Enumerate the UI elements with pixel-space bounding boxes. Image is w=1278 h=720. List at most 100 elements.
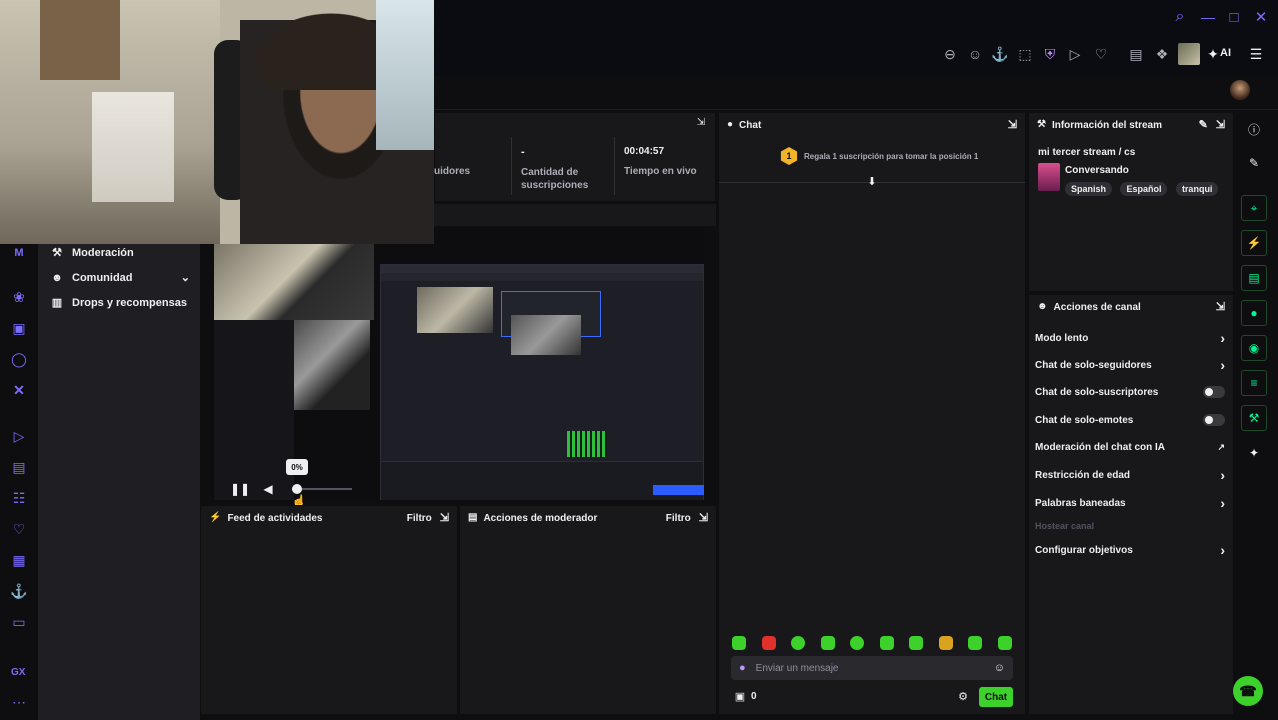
openai-icon[interactable]: ❀ bbox=[8, 286, 30, 308]
action-subs-only[interactable]: Chat de solo-suscriptores bbox=[1035, 382, 1225, 402]
subs-only-toggle[interactable] bbox=[1203, 386, 1225, 398]
nav-item-community[interactable]: ☻ Comunidad ⌄ bbox=[50, 267, 190, 289]
server-icon[interactable]: ≡ bbox=[1241, 370, 1267, 396]
emote-9[interactable] bbox=[968, 636, 982, 650]
action-slow-mode[interactable]: Modo lento › bbox=[1035, 328, 1225, 348]
popout-icon[interactable]: ⇲ bbox=[1008, 119, 1017, 131]
brand-m-icon[interactable]: M bbox=[8, 242, 30, 264]
heart-icon[interactable]: ♡ bbox=[1092, 45, 1110, 63]
sparkles-icon[interactable]: ✦ bbox=[1241, 440, 1267, 466]
volume-icon[interactable]: ◀ bbox=[260, 482, 276, 496]
collapse-arrow-icon[interactable]: ⬇ bbox=[865, 175, 879, 189]
chat-title: Chat bbox=[739, 119, 762, 131]
nav-label-community: Comunidad bbox=[72, 272, 133, 284]
info-icon[interactable]: ⓘ bbox=[1241, 116, 1267, 142]
crop-icon[interactable]: ⬚ bbox=[1016, 45, 1034, 63]
minimize-icon[interactable]: — bbox=[1199, 8, 1217, 26]
action-goals[interactable]: Configurar objetivos › bbox=[1035, 540, 1225, 560]
emote-1[interactable] bbox=[732, 636, 746, 650]
chat-header: ● Chat ⇲ bbox=[719, 113, 1025, 137]
maximize-icon[interactable]: □ bbox=[1225, 8, 1243, 26]
channel-points-icon[interactable]: ▣ bbox=[734, 690, 746, 704]
popout-icon[interactable]: ⇲ bbox=[1216, 119, 1225, 131]
popout-icon[interactable]: ⇲ bbox=[699, 512, 708, 524]
ai-label[interactable]: AI bbox=[1220, 47, 1231, 59]
wrench-rail-icon[interactable]: ⚒ bbox=[1241, 405, 1267, 431]
card-icon[interactable]: ▭ bbox=[8, 611, 30, 633]
broadcast-icon[interactable]: ◉ bbox=[1241, 335, 1267, 361]
gx-label[interactable]: GX bbox=[11, 667, 25, 678]
zoom-out-icon[interactable]: ⊖ bbox=[941, 45, 959, 63]
help-button[interactable]: ☎ bbox=[1233, 676, 1263, 706]
ai-sparkle-icon[interactable]: ✦ bbox=[1206, 45, 1220, 63]
puzzle-icon[interactable]: ❖ bbox=[1153, 45, 1171, 63]
bolt-rail-icon[interactable]: ⚡ bbox=[1241, 230, 1267, 256]
emote-8[interactable] bbox=[939, 636, 953, 650]
emote-2[interactable] bbox=[762, 636, 776, 650]
emotes-only-toggle[interactable] bbox=[1203, 414, 1225, 426]
volume-slider-handle[interactable] bbox=[292, 484, 302, 494]
news-icon[interactable]: ▦ bbox=[8, 549, 30, 571]
edit-icon[interactable]: ✎ bbox=[1199, 119, 1208, 131]
popout-icon[interactable]: ⇲ bbox=[1216, 301, 1225, 313]
close-icon[interactable]: ✕ bbox=[1252, 8, 1270, 26]
search-icon[interactable]: ⌕ bbox=[1171, 8, 1189, 26]
tag-item[interactable]: Español bbox=[1120, 182, 1168, 196]
action-age-restriction[interactable]: Restricción de edad › bbox=[1035, 465, 1225, 485]
activity-feed-filter[interactable]: Filtro bbox=[407, 513, 432, 524]
tag-item[interactable]: Spanish bbox=[1065, 182, 1113, 196]
category-name[interactable]: Conversando bbox=[1065, 165, 1129, 176]
channel-points-count: 0 bbox=[751, 691, 757, 702]
emote-10[interactable] bbox=[998, 636, 1012, 650]
menu-icon[interactable]: ☰ bbox=[1247, 45, 1265, 63]
gift-text[interactable]: Regala 1 suscripción para tomar la posic… bbox=[804, 152, 978, 161]
profile-thumbnail[interactable] bbox=[1178, 43, 1200, 65]
emote-3[interactable] bbox=[791, 636, 805, 650]
nav-item-drops[interactable]: ▥ Drops y recompensas bbox=[50, 292, 200, 314]
chat-send-button[interactable]: Chat bbox=[979, 687, 1013, 707]
play-icon[interactable]: ▷ bbox=[1066, 45, 1084, 63]
wallet-icon[interactable]: ▤ bbox=[1127, 45, 1145, 63]
mod-actions-filter[interactable]: Filtro bbox=[666, 513, 691, 524]
shield-icon[interactable]: ⛨ bbox=[1041, 45, 1059, 63]
emoji-icon[interactable]: ☺ bbox=[966, 45, 984, 63]
edit-rail-icon[interactable]: ✎ bbox=[1241, 150, 1267, 176]
preview-sidebar-thumb bbox=[214, 320, 294, 500]
action-emotes-only[interactable]: Chat de solo-emotes bbox=[1035, 410, 1225, 430]
crosshair-icon[interactable]: ⌖ bbox=[1241, 195, 1267, 221]
emoji-picker-icon[interactable]: ☺ bbox=[994, 662, 1005, 674]
wallet-rail-icon[interactable]: ▤ bbox=[8, 456, 30, 478]
action-ai-moderation[interactable]: Moderación del chat con IA ↗ bbox=[1035, 437, 1225, 457]
popout-icon[interactable]: ⇲ bbox=[440, 512, 449, 524]
pin-icon[interactable]: ⚓ bbox=[991, 45, 1009, 63]
action-banned-words[interactable]: Palabras baneadas › bbox=[1035, 493, 1225, 513]
messenger-icon[interactable]: ▣ bbox=[8, 317, 30, 339]
external-link-icon: ↗ bbox=[1217, 441, 1225, 452]
emote-6[interactable] bbox=[880, 636, 894, 650]
chevron-down-icon: ⌄ bbox=[180, 271, 190, 284]
emote-5[interactable] bbox=[850, 636, 864, 650]
chat-rail-icon[interactable]: ● bbox=[1241, 300, 1267, 326]
webcam-shelf bbox=[92, 92, 174, 202]
action-followers-only[interactable]: Chat de solo-seguidores › bbox=[1035, 355, 1225, 375]
x-icon[interactable]: ✕ bbox=[8, 379, 30, 401]
chat-input[interactable]: ● Enviar un mensaje ☺ bbox=[731, 656, 1013, 680]
more-icon[interactable]: ⋯ bbox=[10, 695, 28, 709]
pin-rail-icon[interactable]: ⚓ bbox=[8, 580, 30, 602]
tag-item[interactable]: tranqui bbox=[1175, 182, 1219, 196]
player-icon[interactable]: ▷ bbox=[8, 425, 30, 447]
document-icon[interactable]: ▤ bbox=[1241, 265, 1267, 291]
heart-rail-icon[interactable]: ♡ bbox=[8, 518, 30, 540]
avatar[interactable] bbox=[1230, 80, 1250, 100]
preview-header bbox=[434, 204, 716, 226]
popout-icon[interactable]: ⇲ bbox=[694, 116, 708, 130]
nav-item-moderation[interactable]: ⚒ Moderación bbox=[50, 242, 200, 264]
preview-webcam-thumb bbox=[214, 244, 374, 320]
whatsapp-icon[interactable]: ◯ bbox=[8, 348, 30, 370]
emote-7[interactable] bbox=[909, 636, 923, 650]
grid-icon[interactable]: ☷ bbox=[8, 487, 30, 509]
pause-icon[interactable]: ❚❚ bbox=[230, 482, 250, 496]
mic-icon[interactable]: ● bbox=[739, 662, 746, 674]
chat-settings-icon[interactable]: ⚙ bbox=[956, 690, 970, 704]
emote-4[interactable] bbox=[821, 636, 835, 650]
